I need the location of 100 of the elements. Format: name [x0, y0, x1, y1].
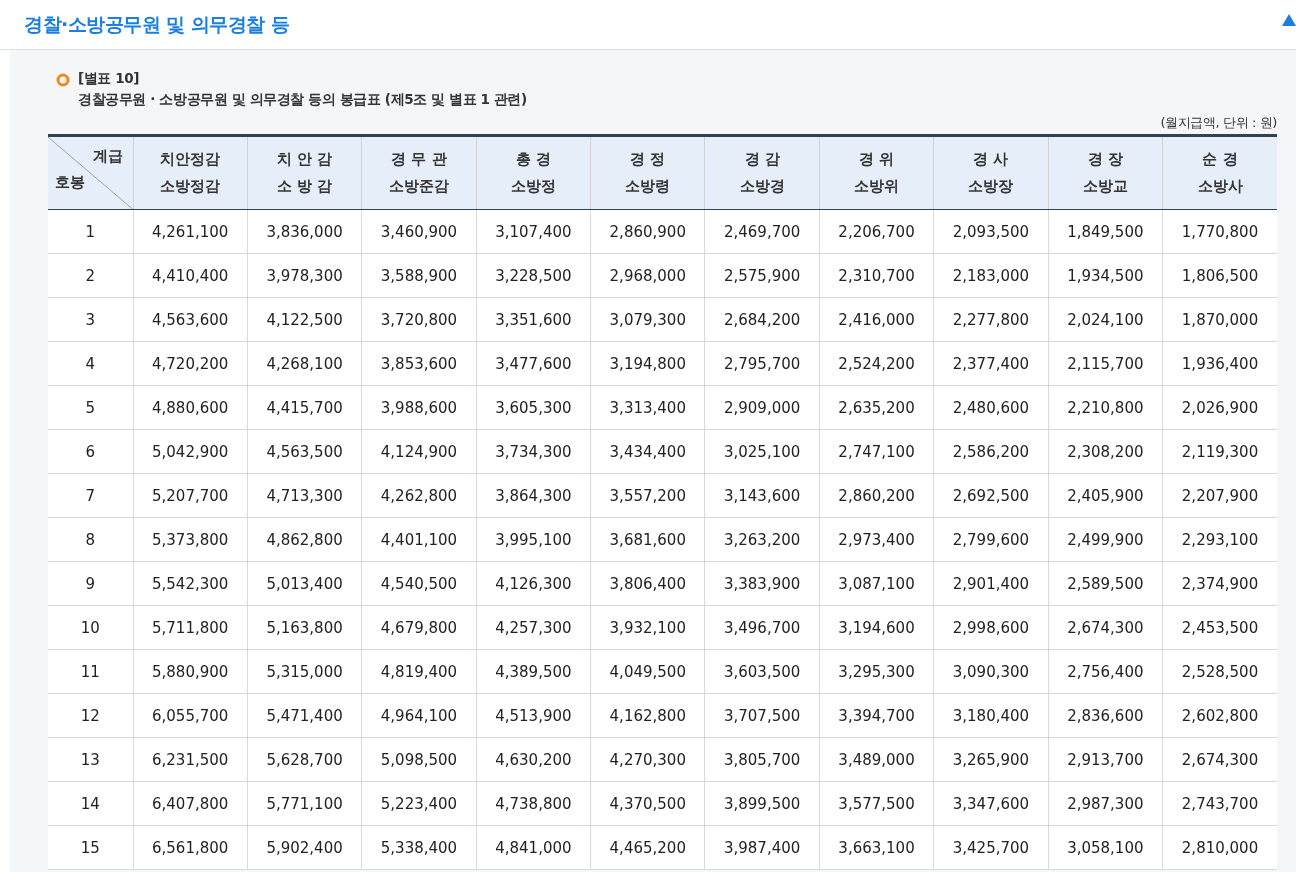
table-cell: 3,681,600 [590, 517, 705, 562]
table-cell: 3,853,600 [361, 341, 477, 386]
table-cell: 2,119,300 [1162, 429, 1277, 474]
table-cell: 4,049,500 [590, 649, 705, 694]
table-cell: 5,373,800 [133, 517, 248, 562]
table-cell: 2,692,500 [933, 473, 1049, 518]
step-cell: 6 [48, 429, 133, 474]
table-cell: 3,987,400 [704, 825, 820, 870]
table-cell: 5,223,400 [361, 781, 477, 826]
table-cell: 4,126,300 [476, 561, 591, 606]
table-cell: 3,143,600 [704, 473, 820, 518]
table-cell: 2,799,600 [933, 517, 1049, 562]
table-cell: 4,415,700 [247, 385, 362, 430]
table-cell: 3,489,000 [819, 737, 934, 782]
table-cell: 3,079,300 [590, 297, 705, 342]
column-header: 경 무 관 소방준감 [361, 135, 477, 210]
table-cell: 2,589,500 [1048, 561, 1163, 606]
table-cell: 3,577,500 [819, 781, 934, 826]
table-cell: 3,720,800 [361, 297, 477, 342]
table-cell: 3,995,100 [476, 517, 591, 562]
step-cell: 14 [48, 781, 133, 826]
table-cell: 2,575,900 [704, 253, 820, 298]
table-cell: 3,383,900 [704, 561, 820, 606]
table-cell: 3,805,700 [704, 737, 820, 782]
table-cell: 6,231,500 [133, 737, 248, 782]
table-cell: 3,194,800 [590, 341, 705, 386]
table-cell: 2,528,500 [1162, 649, 1277, 694]
table-cell: 5,207,700 [133, 473, 248, 518]
table-cell: 2,635,200 [819, 385, 934, 430]
table-cell: 2,909,000 [704, 385, 820, 430]
table-cell: 3,988,600 [361, 385, 477, 430]
column-header: 경 사 소방장 [933, 135, 1049, 210]
table-cell: 3,806,400 [590, 561, 705, 606]
table-cell: 2,207,900 [1162, 473, 1277, 518]
table-cell: 1,806,500 [1162, 253, 1277, 298]
table-cell: 5,163,800 [247, 605, 362, 650]
table-cell: 4,862,800 [247, 517, 362, 562]
table-cell: 2,480,600 [933, 385, 1049, 430]
table-cell: 4,370,500 [590, 781, 705, 826]
table-cell: 3,734,300 [476, 429, 591, 474]
table-cell: 2,795,700 [704, 341, 820, 386]
table-cell: 4,738,800 [476, 781, 591, 826]
table-cell: 4,268,100 [247, 341, 362, 386]
table-cell: 3,263,200 [704, 517, 820, 562]
table-cell: 2,093,500 [933, 209, 1049, 254]
table-cell: 3,087,100 [819, 561, 934, 606]
table-cell: 4,513,900 [476, 693, 591, 738]
column-header: 총 경 소방정 [476, 135, 591, 210]
table-cell: 2,206,700 [819, 209, 934, 254]
table-cell: 3,194,600 [819, 605, 934, 650]
step-cell: 4 [48, 341, 133, 386]
table-cell: 3,557,200 [590, 473, 705, 518]
table-cell: 4,964,100 [361, 693, 477, 738]
table-cell: 5,711,800 [133, 605, 248, 650]
table-cell: 3,394,700 [819, 693, 934, 738]
column-header: 경 감 소방경 [704, 135, 820, 210]
table-cell: 1,870,000 [1162, 297, 1277, 342]
column-header: 순 경 소방사 [1162, 135, 1277, 210]
unit-note: (월지급액, 단위 : 원) [1160, 114, 1277, 132]
table-cell: 3,460,900 [361, 209, 477, 254]
table-cell: 4,465,200 [590, 825, 705, 870]
table-cell: 6,407,800 [133, 781, 248, 826]
table-cell: 2,293,100 [1162, 517, 1277, 562]
table-cell: 4,841,000 [476, 825, 591, 870]
table-cell: 3,313,400 [590, 385, 705, 430]
step-heading: 호봉 [55, 173, 85, 191]
table-cell: 2,602,800 [1162, 693, 1277, 738]
table-cell: 5,771,100 [247, 781, 362, 826]
table-cell: 2,913,700 [1048, 737, 1163, 782]
table-cell: 3,347,600 [933, 781, 1049, 826]
step-cell: 7 [48, 473, 133, 518]
table-cell: 3,836,000 [247, 209, 362, 254]
table-cell: 3,707,500 [704, 693, 820, 738]
table-cell: 3,107,400 [476, 209, 591, 254]
table-cell: 4,630,200 [476, 737, 591, 782]
table-cell: 1,936,400 [1162, 341, 1277, 386]
collapse-triangle-icon[interactable] [1282, 13, 1296, 26]
table-cell: 2,024,100 [1048, 297, 1163, 342]
table-cell: 4,563,600 [133, 297, 248, 342]
table-cell: 4,261,100 [133, 209, 248, 254]
table-cell: 4,880,600 [133, 385, 248, 430]
table-cell: 2,524,200 [819, 341, 934, 386]
table-cell: 2,860,200 [819, 473, 934, 518]
table-cell: 2,756,400 [1048, 649, 1163, 694]
table-cell: 2,674,300 [1048, 605, 1163, 650]
table-cell: 4,122,500 [247, 297, 362, 342]
table-cell: 2,374,900 [1162, 561, 1277, 606]
table-cell: 3,351,600 [476, 297, 591, 342]
table-cell: 2,308,200 [1048, 429, 1163, 474]
table-cell: 2,810,000 [1162, 825, 1277, 870]
step-cell: 13 [48, 737, 133, 782]
table-cell: 2,860,900 [590, 209, 705, 254]
table-cell: 2,210,800 [1048, 385, 1163, 430]
table-cell: 3,228,500 [476, 253, 591, 298]
table-cell: 3,932,100 [590, 605, 705, 650]
table-cell: 5,013,400 [247, 561, 362, 606]
table-cell: 3,090,300 [933, 649, 1049, 694]
column-header: 치안정감 소방정감 [133, 135, 248, 210]
table-cell: 4,389,500 [476, 649, 591, 694]
table-cell: 3,588,900 [361, 253, 477, 298]
